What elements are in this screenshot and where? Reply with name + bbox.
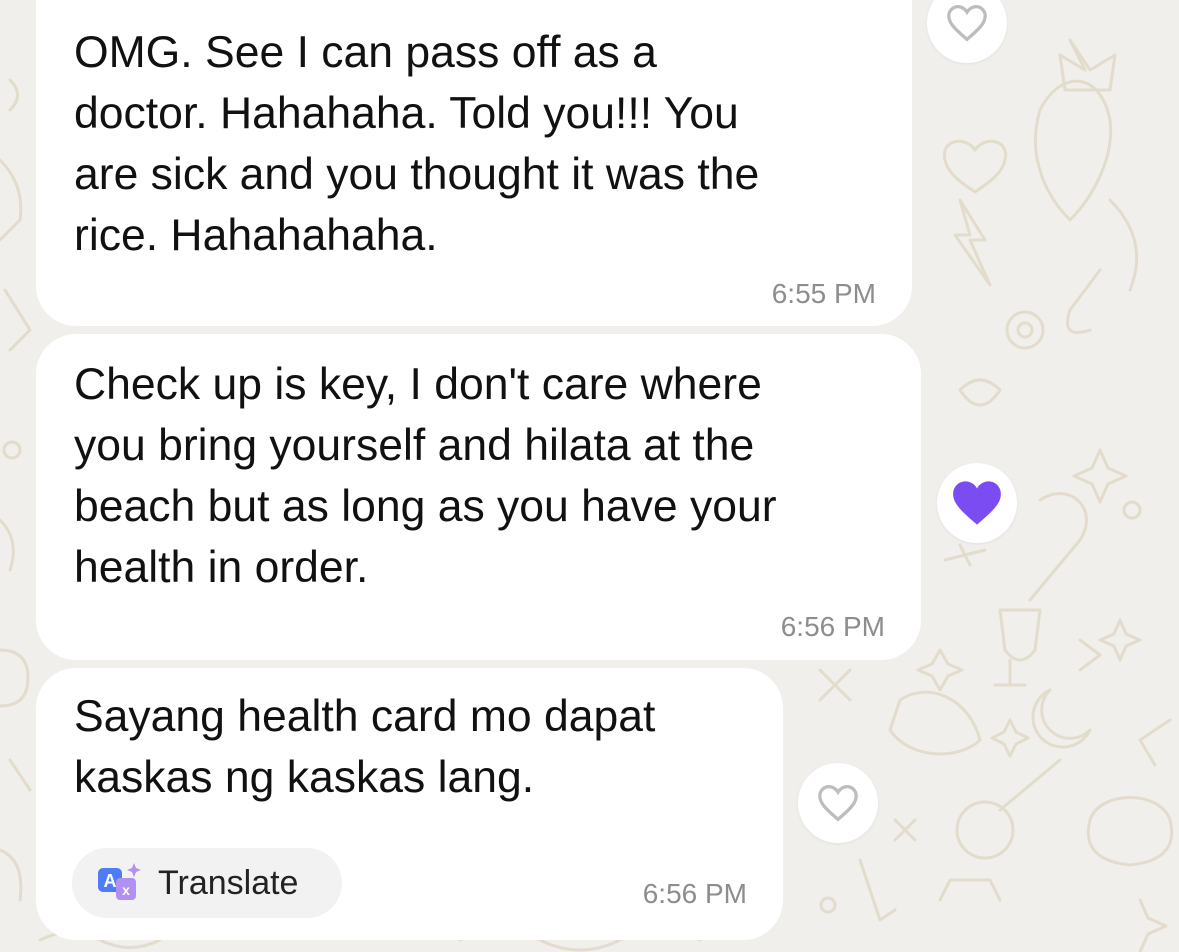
translate-icon: A x: [98, 863, 141, 900]
heart-outline-icon: [818, 784, 858, 822]
translate-button[interactable]: A x Translate: [72, 848, 342, 918]
svg-text:x: x: [122, 882, 130, 898]
svg-text:A: A: [104, 871, 117, 891]
message-text: Check up is key, I don't care where you …: [74, 360, 777, 592]
reaction-button[interactable]: [937, 463, 1017, 543]
message-bubble[interactable]: Check up is key, I don't care where you …: [36, 334, 921, 660]
message-timestamp: 6:56 PM: [780, 611, 885, 642]
heart-filled-icon: [953, 481, 1001, 525]
reaction-button[interactable]: [798, 763, 878, 843]
message-timestamp: 6:56 PM: [642, 878, 747, 909]
translate-label: Translate: [158, 863, 299, 902]
message-timestamp: 6:55 PM: [771, 278, 876, 309]
message-text: OMG. See I can pass off as a doctor. Hah…: [74, 28, 760, 260]
message-bubble[interactable]: OMG. See I can pass off as a doctor. Hah…: [36, 0, 912, 326]
message-text: Sayang health card mo dapat kaskas ng ka…: [74, 692, 656, 802]
message-bubble[interactable]: Sayang health card mo dapat kaskas ng ka…: [36, 668, 783, 940]
heart-outline-icon: [947, 4, 987, 42]
